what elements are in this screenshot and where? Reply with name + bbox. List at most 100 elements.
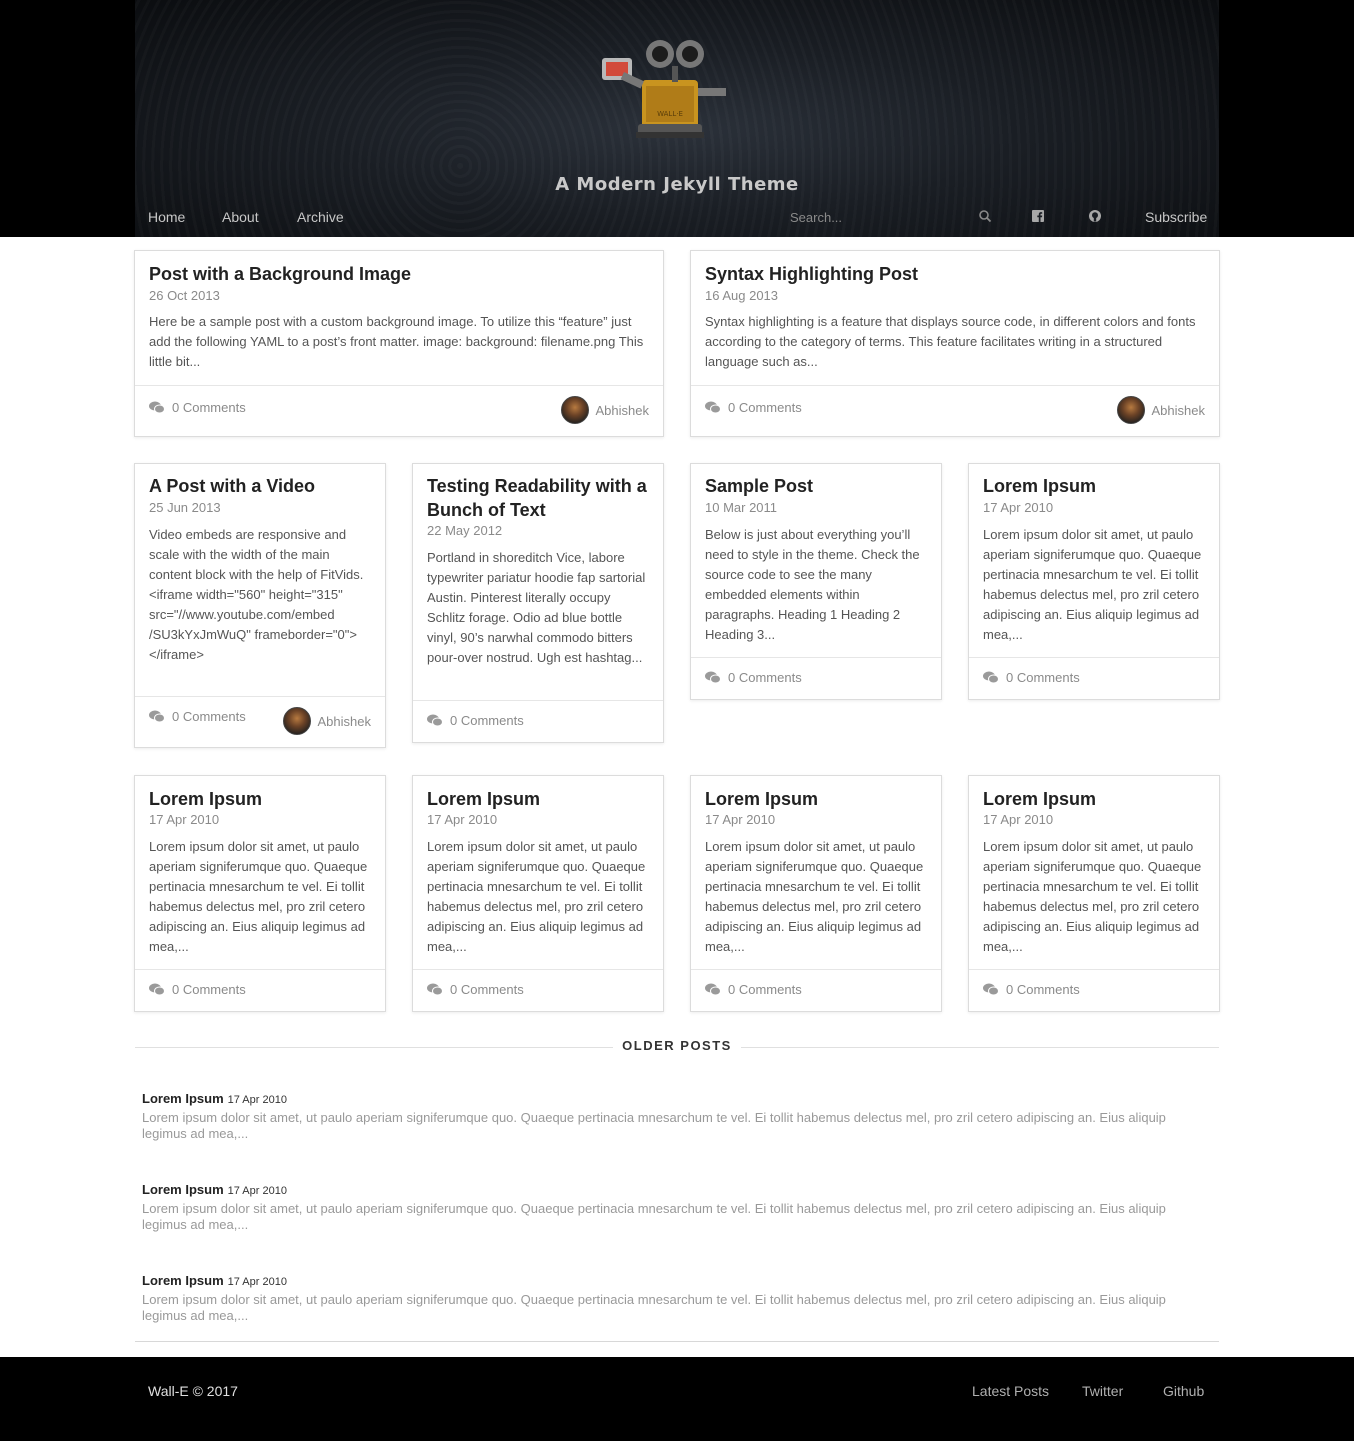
list-item[interactable]: Lorem Ipsum 17 Apr 2010 Lorem ipsum dolor… (142, 1090, 1212, 1142)
comments-count: 0 Comments (172, 709, 246, 724)
site-logo[interactable]: WALL·E (598, 36, 738, 140)
post-title[interactable]: Post with a Background Image (149, 262, 411, 286)
author-name: Abhishek (595, 402, 649, 418)
post-card[interactable]: Lorem Ipsum 17 Apr 2010 Lorem ipsum dolo… (412, 775, 664, 1012)
search-input[interactable] (790, 205, 970, 229)
card-footer: 0 Comments (969, 657, 1219, 699)
comments-count: 0 Comments (172, 400, 246, 415)
comments-count: 0 Comments (728, 670, 802, 685)
older-post-date: 17 Apr 2010 (227, 1276, 287, 1288)
facebook-icon[interactable] (1031, 209, 1045, 223)
header-banner: WALL·E A Modern Jekyll Theme Home About … (135, 0, 1219, 237)
post-excerpt: Lorem ipsum dolor sit amet, ut paulo ape… (983, 839, 1202, 954)
post-card[interactable]: Lorem Ipsum 17 Apr 2010 Lorem ipsum dolo… (134, 775, 386, 1012)
avatar (282, 707, 311, 735)
post-card[interactable]: Sample Post 10 Mar 2011 Below is just ab… (690, 463, 942, 700)
card-footer: 0 Comments Abhishek (135, 696, 385, 747)
post-excerpt: Lorem ipsum dolor sit amet, ut paulo ape… (427, 839, 646, 954)
comments-link[interactable]: 0 Comments (705, 982, 802, 997)
comments-link[interactable]: 0 Comments (149, 709, 246, 724)
comments-link[interactable]: 0 Comments (983, 982, 1080, 997)
author-name: Abhishek (317, 713, 371, 729)
post-title[interactable]: A Post with a Video (149, 474, 315, 498)
older-posts-heading: OLDER POSTS (613, 1038, 741, 1053)
post-excerpt: Lorem ipsum dolor sit amet, ut paulo ape… (149, 839, 368, 954)
list-item[interactable]: Lorem Ipsum 17 Apr 2010 Lorem ipsum dolor… (142, 1181, 1212, 1233)
search-icon[interactable] (978, 209, 992, 223)
comments-link[interactable]: 0 Comments (705, 400, 802, 415)
older-post-title[interactable]: Lorem Ipsum (142, 1273, 224, 1288)
post-title[interactable]: Syntax Highlighting Post (705, 262, 918, 286)
card-footer: 0 Comments (413, 700, 663, 742)
comments-link[interactable]: 0 Comments (983, 670, 1080, 685)
comments-link[interactable]: 0 Comments (149, 982, 246, 997)
post-card[interactable]: Testing Readability with a Bunch of Text… (412, 463, 664, 743)
post-date: 17 Apr 2010 (983, 500, 1054, 515)
post-title[interactable]: Lorem Ipsum (983, 787, 1096, 811)
post-author[interactable]: Abhishek (560, 396, 649, 424)
footer-link-latest-posts[interactable]: Latest Posts (972, 1383, 1049, 1399)
comments-count: 0 Comments (1006, 982, 1080, 997)
site-title[interactable]: A Modern Jekyll Theme (135, 174, 1219, 195)
card-footer: 0 Comments Abhishek (135, 385, 663, 436)
post-card[interactable]: Lorem Ipsum 17 Apr 2010 Lorem ipsum dolo… (968, 775, 1220, 1012)
comments-link[interactable]: 0 Comments (427, 713, 524, 728)
comments-icon (427, 714, 443, 727)
card-footer: 0 Comments (413, 969, 663, 1011)
post-date: 10 Mar 2011 (705, 500, 778, 515)
subscribe-link[interactable]: Subscribe (1145, 209, 1207, 225)
card-footer: 0 Comments (135, 969, 385, 1011)
comments-link[interactable]: 0 Comments (427, 982, 524, 997)
post-excerpt: Lorem ipsum dolor sit amet, ut paulo ape… (983, 527, 1202, 642)
comments-icon (427, 983, 443, 996)
comments-link[interactable]: 0 Comments (149, 400, 246, 415)
older-post-excerpt: Lorem ipsum dolor sit amet, ut paulo ape… (142, 1201, 1166, 1232)
post-title[interactable]: Lorem Ipsum (983, 474, 1096, 498)
comments-icon (705, 671, 721, 684)
github-icon[interactable] (1088, 209, 1102, 223)
post-title[interactable]: Sample Post (705, 474, 813, 498)
post-title[interactable]: Lorem Ipsum (705, 787, 818, 811)
post-title[interactable]: Lorem Ipsum (149, 787, 262, 811)
older-post-title[interactable]: Lorem Ipsum (142, 1091, 224, 1106)
post-date: 17 Apr 2010 (149, 812, 220, 827)
card-footer: 0 Comments (691, 969, 941, 1011)
comments-icon (705, 983, 721, 996)
post-author[interactable]: Abhishek (1116, 396, 1205, 424)
post-title[interactable]: Testing Readability with a Bunch of Text (427, 474, 649, 522)
site-footer: Wall-E © 2017 Latest Posts Twitter Githu… (0, 1357, 1354, 1441)
card-footer: 0 Comments (691, 657, 941, 699)
comments-link[interactable]: 0 Comments (705, 670, 802, 685)
post-card[interactable]: A Post with a Video 25 Jun 2013 Video em… (134, 463, 386, 748)
logo-lettering: WALL·E (657, 110, 683, 118)
post-card[interactable]: Post with a Background Image 26 Oct 2013… (134, 250, 664, 437)
card-footer: 0 Comments Abhishek (691, 385, 1219, 436)
post-card[interactable]: Syntax Highlighting Post 16 Aug 2013 Syn… (690, 250, 1220, 437)
post-date: 26 Oct 2013 (149, 288, 220, 303)
older-post-title[interactable]: Lorem Ipsum (142, 1182, 224, 1197)
avatar (560, 396, 589, 424)
footer-link-twitter[interactable]: Twitter (1082, 1383, 1123, 1399)
comments-count: 0 Comments (172, 982, 246, 997)
post-excerpt: Here be a sample post with a custom back… (149, 314, 644, 369)
nav-home[interactable]: Home (148, 209, 185, 225)
post-title[interactable]: Lorem Ipsum (427, 787, 540, 811)
post-card[interactable]: Lorem Ipsum 17 Apr 2010 Lorem ipsum dolo… (968, 463, 1220, 700)
older-post-date: 17 Apr 2010 (227, 1094, 287, 1106)
post-date: 16 Aug 2013 (705, 288, 779, 303)
comments-count: 0 Comments (728, 400, 802, 415)
nav-about[interactable]: About (222, 209, 259, 225)
post-date: 25 Jun 2013 (149, 500, 221, 515)
list-item[interactable]: Lorem Ipsum 17 Apr 2010 Lorem ipsum dolor… (142, 1272, 1212, 1324)
comments-icon (149, 983, 165, 996)
post-card[interactable]: Lorem Ipsum 17 Apr 2010 Lorem ipsum dolo… (690, 775, 942, 1012)
avatar (1116, 396, 1145, 424)
post-excerpt: Lorem ipsum dolor sit amet, ut paulo ape… (705, 839, 924, 954)
post-date: 22 May 2012 (427, 523, 503, 538)
nav-archive[interactable]: Archive (297, 209, 344, 225)
post-date: 17 Apr 2010 (705, 812, 776, 827)
comments-count: 0 Comments (728, 982, 802, 997)
post-author[interactable]: Abhishek (282, 707, 371, 735)
section-divider (135, 1341, 1219, 1342)
footer-link-github[interactable]: Github (1163, 1383, 1204, 1399)
